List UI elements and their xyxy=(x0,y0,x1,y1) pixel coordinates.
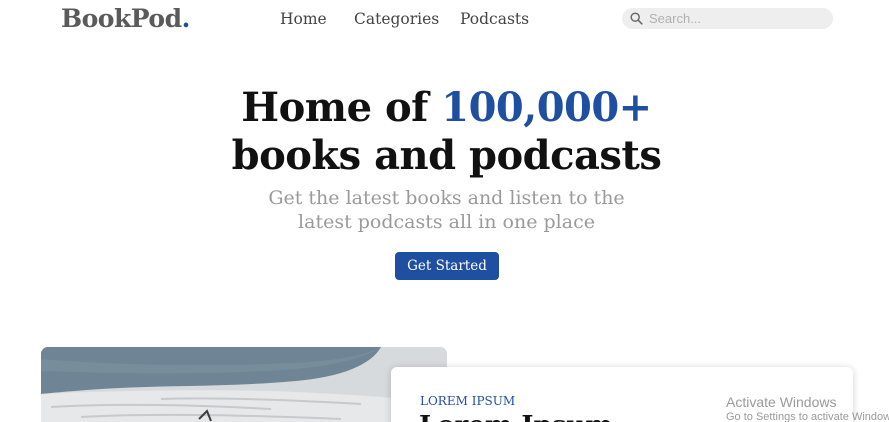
nav-link-home[interactable]: Home xyxy=(280,9,327,29)
hero-subtitle-line2: latest podcasts all in one place xyxy=(298,211,595,233)
hero-title-prefix: Home of xyxy=(241,84,442,131)
hero-title-line2: books and podcasts xyxy=(231,132,662,179)
search-input[interactable] xyxy=(649,8,825,29)
hero-title-accent: 100,000+ xyxy=(441,84,652,131)
activate-windows-watermark-subtitle: Go to Settings to activate Windows. xyxy=(726,411,889,422)
nav-link-podcasts[interactable]: Podcasts xyxy=(460,9,529,29)
brand-logo-text: BookPod xyxy=(61,4,182,33)
feature-card-title: Lorem Ipsum xyxy=(419,411,613,422)
feature-card-kicker: LOREM IPSUM xyxy=(420,394,516,408)
search-box xyxy=(622,8,833,29)
brand-logo[interactable]: BookPod. xyxy=(61,2,190,36)
bedroom-photo xyxy=(41,347,447,422)
nav-link-categories[interactable]: Categories xyxy=(354,9,439,29)
activate-windows-watermark-title: Activate Windows xyxy=(726,394,837,410)
brand-logo-dot: . xyxy=(181,4,191,33)
hero-title-line1: Home of 100,000+ xyxy=(0,84,889,132)
get-started-button[interactable]: Get Started xyxy=(395,252,499,280)
feature-image xyxy=(41,347,447,422)
search-icon xyxy=(630,12,643,25)
hero-subtitle-line1: Get the latest books and listen to the xyxy=(268,187,625,209)
